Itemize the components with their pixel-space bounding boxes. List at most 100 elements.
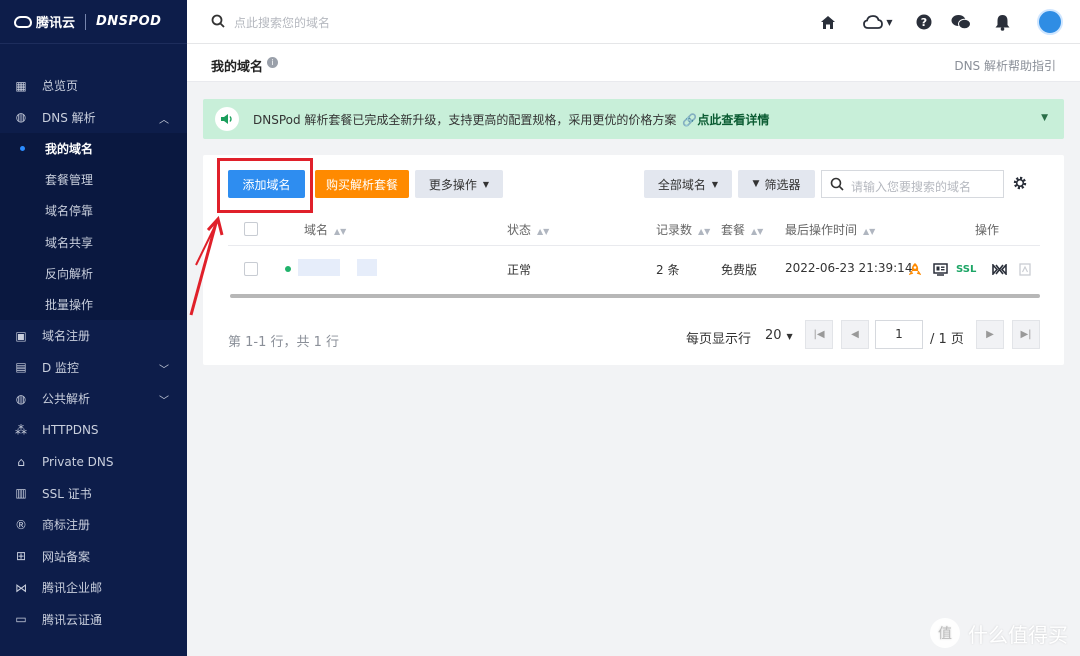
sidebar-item-public-dns[interactable]: ◍ 公共解析 ﹀ xyxy=(0,383,187,415)
sidebar-subitem-my-domains[interactable]: 我的域名 xyxy=(0,133,187,164)
page-size-select[interactable]: 20 ▼ xyxy=(765,328,793,343)
column-records-label: 记录数 xyxy=(656,223,693,237)
ssl-icon[interactable]: SSL xyxy=(956,262,976,276)
help-guide-link[interactable]: DNS 解析帮助指引 xyxy=(954,57,1056,74)
select-all-checkbox[interactable] xyxy=(244,222,258,236)
avatar[interactable] xyxy=(1037,9,1063,35)
sidebar-item-label: HTTPDNS xyxy=(42,423,99,438)
help-icon[interactable]: ? xyxy=(914,12,934,32)
banner-link-label: 点此查看详情 xyxy=(697,113,770,127)
banner-message: DNSPod 解析套餐已完成全新升级，支持更高的配置规格，采用更优的价格方案 🔗点… xyxy=(253,111,769,128)
bell-icon[interactable] xyxy=(992,12,1012,32)
filter-sort-icon: ▲▼ xyxy=(537,227,550,236)
column-status[interactable]: 状态 ▲▼ xyxy=(507,221,549,238)
rocket-icon[interactable] xyxy=(908,262,922,276)
column-records[interactable]: 记录数 ▲▼ xyxy=(656,221,710,238)
sort-icon: ▲▼ xyxy=(698,227,711,236)
banner-details-link[interactable]: 🔗点此查看详情 xyxy=(682,113,769,127)
page-total: / 1 页 xyxy=(930,332,964,347)
sidebar-subitem-batch-ops[interactable]: 批量操作 xyxy=(0,289,187,320)
sidebar-subitem-domain-sharing[interactable]: 域名共享 xyxy=(0,227,187,258)
sidebar-subitem-plan-management[interactable]: 套餐管理 xyxy=(0,164,187,195)
sidebar-item-d-monitor[interactable]: ▤ D 监控 ﹀ xyxy=(0,352,187,384)
home-lock-icon: ⌂ xyxy=(17,454,25,469)
column-plan-label: 套餐 xyxy=(721,223,746,237)
caret-down-icon: ▼ xyxy=(482,179,490,189)
pager-total: 第 1-1 行，共 1 行 xyxy=(228,335,340,350)
gear-icon[interactable] xyxy=(1012,175,1028,191)
sidebar-item-label: 总览页 xyxy=(42,79,79,94)
watermark-text: 什么值得买 xyxy=(968,622,1068,647)
sidebar-item-cloud-id[interactable]: ▭ 腾讯云证通 xyxy=(0,604,187,636)
page-number-input[interactable]: 1 xyxy=(875,320,923,349)
sidebar-item-label: 公共解析 xyxy=(42,392,91,407)
sidebar-item-trademark[interactable]: ® 商标注册 xyxy=(0,509,187,541)
global-search-input[interactable]: 点此搜索您的域名 xyxy=(234,14,330,31)
wechat-icon[interactable] xyxy=(951,12,971,32)
sort-icon: ▲▼ xyxy=(863,227,876,236)
row-records[interactable]: 2 条 xyxy=(656,261,679,278)
sort-icon: ▲▼ xyxy=(751,227,764,236)
column-plan[interactable]: 套餐 ▲▼ xyxy=(721,221,763,238)
mail-icon: ⋈ xyxy=(15,580,27,595)
monitor-icon: ▤ xyxy=(15,360,27,375)
home-icon[interactable] xyxy=(818,12,838,32)
page-title: 我的域名 xyxy=(211,60,264,75)
last-page-icon: ▶| xyxy=(1020,329,1032,340)
search-icon[interactable] xyxy=(211,14,225,28)
sidebar-item-httpdns[interactable]: ⁂ HTTPDNS xyxy=(0,415,187,447)
info-icon[interactable]: i xyxy=(267,57,278,68)
more-actions-label: 更多操作 xyxy=(428,177,477,192)
sidebar-item-domain-registration[interactable]: ▣ 域名注册 xyxy=(0,320,187,352)
domain-search-input[interactable]: 请输入您要搜索的域名 xyxy=(821,170,1004,198)
document-icon[interactable] xyxy=(1018,262,1032,276)
sidebar-item-overview[interactable]: ▦ 总览页 xyxy=(0,70,187,102)
filter-button[interactable]: ▼ 筛选器 xyxy=(738,170,815,198)
column-status-label: 状态 xyxy=(507,223,532,237)
column-ops: 操作 xyxy=(975,223,1000,237)
next-page-icon: ▶ xyxy=(986,329,994,340)
search-icon xyxy=(830,177,844,191)
last-page-button[interactable]: ▶| xyxy=(1012,320,1040,349)
id-card-icon: ▭ xyxy=(15,612,27,627)
sidebar-item-ssl[interactable]: ▥ SSL 证书 xyxy=(0,478,187,510)
first-page-button[interactable]: |◀ xyxy=(805,320,833,349)
sort-icon: ▲▼ xyxy=(334,227,347,236)
more-actions-dropdown[interactable]: 更多操作 ▼ xyxy=(415,170,503,198)
mail-icon[interactable] xyxy=(991,262,1007,276)
sidebar-item-exmail[interactable]: ⋈ 腾讯企业邮 xyxy=(0,572,187,604)
watermark-logo-icon: 值 xyxy=(930,618,960,648)
sidebar-item-label: SSL 证书 xyxy=(42,486,92,501)
dns-submenu: 我的域名 套餐管理 域名停靠 域名共享 反向解析 批量操作 xyxy=(0,133,187,321)
all-domains-label: 全部域名 xyxy=(657,177,706,192)
sidebar-item-private-dns[interactable]: ⌂ Private DNS xyxy=(0,446,187,478)
horizontal-scrollbar[interactable] xyxy=(230,294,1040,298)
cloud-menu-icon[interactable]: ▼ xyxy=(861,12,895,32)
caret-down-icon[interactable]: ▼ xyxy=(1041,113,1048,123)
dashboard-icon[interactable] xyxy=(932,262,948,276)
logo-bar[interactable]: 腾讯云 DNSPOD xyxy=(0,0,187,44)
domain-name-redacted[interactable] xyxy=(298,259,340,276)
sidebar-item-dns[interactable]: ◍ DNS 解析 ︿ xyxy=(0,102,187,134)
column-last-op-label: 最后操作时间 xyxy=(785,223,858,237)
chevron-up-icon: ︿ xyxy=(159,114,169,126)
prev-page-button[interactable]: ◀ xyxy=(841,320,869,349)
sidebar-item-icp[interactable]: ⊞ 网站备案 xyxy=(0,541,187,573)
column-domain[interactable]: 域名 ▲▼ xyxy=(304,221,346,238)
sidebar-subitem-domain-parking[interactable]: 域名停靠 xyxy=(0,195,187,226)
buy-plan-button[interactable]: 购买解析套餐 xyxy=(315,170,409,198)
row-status: 正常 xyxy=(507,263,532,277)
next-page-button[interactable]: ▶ xyxy=(976,320,1004,349)
tencent-cloud-logo-icon xyxy=(14,15,32,28)
domain-list-card: 添加域名 购买解析套餐 更多操作 ▼ 全部域名 ▼ ▼ 筛选器 请输入您要搜索的域名 … xyxy=(203,155,1064,365)
all-domains-dropdown[interactable]: 全部域名 ▼ xyxy=(644,170,732,198)
column-last-op[interactable]: 最后操作时间 ▲▼ xyxy=(785,221,875,238)
link-icon: 🔗 xyxy=(682,113,698,127)
sidebar: 腾讯云 DNSPOD ▦ 总览页 ◍ DNS 解析 ︿ 我的域名 套餐管理 域名… xyxy=(0,0,187,656)
row-plan: 免费版 xyxy=(721,263,758,277)
table-header: 域名 ▲▼ 状态 ▲▼ 记录数 ▲▼ 套餐 ▲▼ 最后操作时间 ▲▼ 操作 xyxy=(228,212,1040,246)
brand-name: 腾讯云 xyxy=(36,16,76,31)
sidebar-subitem-reverse-dns[interactable]: 反向解析 xyxy=(0,258,187,289)
row-checkbox[interactable] xyxy=(244,262,258,276)
page-size-label: 每页显示行 xyxy=(686,332,752,347)
